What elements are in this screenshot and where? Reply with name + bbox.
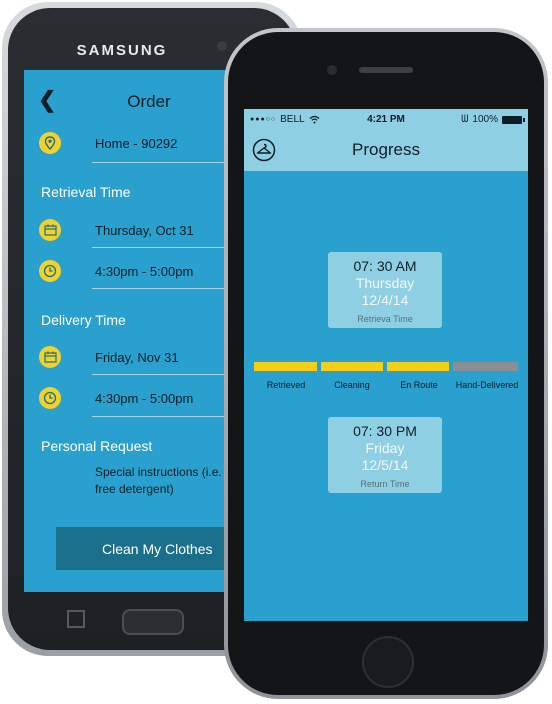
clean-my-clothes-button[interactable]: Clean My Clothes (56, 527, 234, 570)
address-text: Home - 90292 (95, 136, 178, 151)
front-camera (327, 65, 337, 75)
special-instructions-line2: free detergent) (95, 482, 174, 496)
progress-screen: ●●●○○ BELL 4:21 PM ᗯ 100% Progress 07: 3… (244, 109, 528, 621)
retrieval-time-row[interactable]: 4:30pm - 5:00pm (24, 254, 234, 290)
divider (92, 247, 234, 248)
retrieval-section-label: Retrieval Time (41, 184, 131, 200)
stage-label-retrieved: Retrieved (266, 380, 306, 390)
battery-percent: 100% (472, 114, 498, 125)
retrieval-time-card: 07: 30 AM Thursday 12/4/14 Retrieva Time (328, 252, 442, 328)
progress-stage-labels: Retrieved Cleaning En Route Hand-Deliver… (244, 380, 528, 394)
clock-icon (39, 260, 61, 282)
progress-segment-hand-delivered (453, 362, 518, 371)
speaker-grille (359, 67, 413, 73)
progress-segment-en-route (387, 362, 449, 371)
clock-icon (39, 387, 61, 409)
delivery-date-row[interactable]: Friday, Nov 31 (24, 340, 234, 376)
battery-status: ᗯ 100% (461, 114, 525, 125)
delivery-time-text: 4:30pm - 5:00pm (95, 391, 194, 406)
special-instructions-field[interactable]: Special instructions (i.e. free detergen… (95, 464, 234, 498)
home-button[interactable] (122, 609, 184, 635)
battery-icon (502, 115, 525, 124)
progress-segment-cleaning (321, 362, 383, 371)
address-row[interactable]: Home - 90292 (24, 126, 234, 162)
delivery-date-text: Friday, Nov 31 (95, 350, 179, 365)
retrieval-caption: Retrieva Time (357, 314, 413, 324)
page-title: Order (127, 92, 171, 111)
calendar-icon (39, 219, 61, 241)
divider (92, 374, 234, 375)
order-screen: ❮ Order Home - 90292 Retrieval Time Thur… (24, 70, 234, 592)
divider (92, 416, 234, 417)
return-date: 12/5/14 (361, 457, 409, 473)
stage-label-cleaning: Cleaning (334, 380, 370, 390)
page-title: Progress (351, 140, 421, 159)
divider (92, 162, 234, 163)
retrieval-time-text: 4:30pm - 5:00pm (95, 264, 194, 279)
recent-apps-button[interactable] (67, 610, 85, 628)
progress-bar (254, 362, 518, 372)
retrieval-date: 12/4/14 (361, 292, 409, 308)
divider (92, 288, 234, 289)
location-pin-icon (39, 132, 61, 154)
stage-label-en-route: En Route (400, 380, 438, 390)
status-bar: ●●●○○ BELL 4:21 PM ᗯ 100% (244, 109, 528, 129)
return-caption: Return Time (360, 479, 410, 489)
return-time-card: 07: 30 PM Friday 12/5/14 Return Time (328, 417, 442, 493)
delivery-section-label: Delivery Time (41, 312, 126, 328)
retrieval-date-row[interactable]: Thursday, Oct 31 (24, 213, 234, 249)
front-camera (217, 41, 227, 51)
samsung-brand: SAMSUNG (76, 42, 168, 59)
retrieval-date-text: Thursday, Oct 31 (95, 223, 194, 238)
return-time: 07: 30 PM (353, 423, 417, 439)
nav-bar: Progress (244, 129, 528, 171)
iphone: ●●●○○ BELL 4:21 PM ᗯ 100% Progress 07: 3… (224, 28, 548, 699)
bluetooth-icon: ᗯ (461, 114, 469, 125)
retrieval-day: Thursday (355, 275, 415, 291)
stage-label-hand-delivered: Hand-Delivered (455, 380, 519, 390)
home-button[interactable] (362, 636, 414, 688)
order-header: ❮ Order (24, 80, 234, 120)
personal-request-label: Personal Request (41, 438, 153, 454)
return-day: Friday (365, 440, 405, 456)
special-instructions-line1: Special instructions (i.e. (95, 465, 222, 479)
delivery-time-row[interactable]: 4:30pm - 5:00pm (24, 381, 234, 417)
progress-segment-retrieved (254, 362, 317, 371)
retrieval-time: 07: 30 AM (353, 258, 417, 274)
calendar-icon (39, 346, 61, 368)
